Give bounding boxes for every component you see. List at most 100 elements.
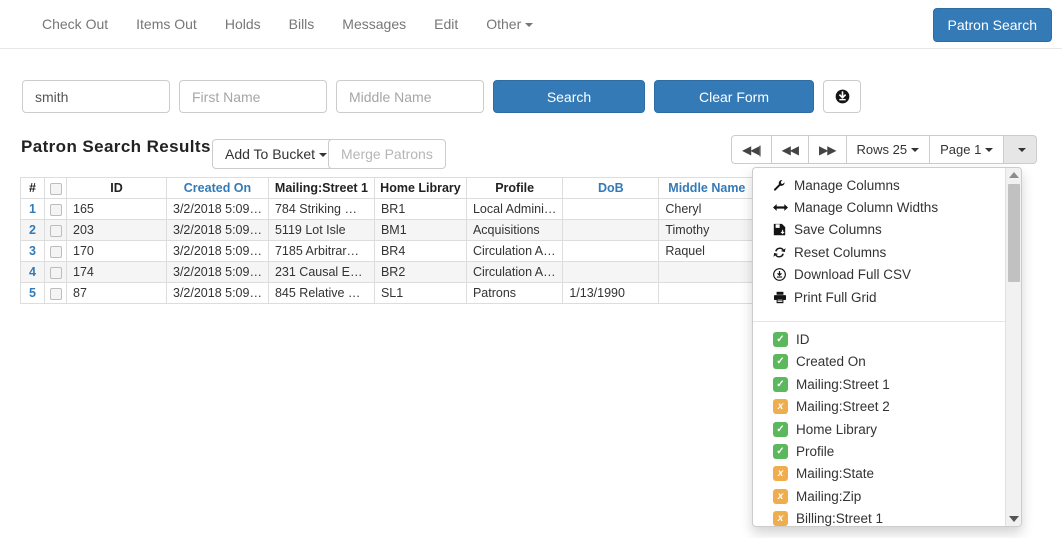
grid-column-header[interactable]: Created On bbox=[166, 177, 269, 199]
row-select-checkbox[interactable] bbox=[49, 266, 62, 279]
add-to-bucket-button[interactable]: Add To Bucket bbox=[212, 139, 341, 169]
nav-item-edit[interactable]: Edit bbox=[420, 11, 472, 37]
rows-per-page-label: Rows 25 bbox=[856, 142, 908, 157]
menu-item-print-full-grid[interactable]: Print Full Grid bbox=[753, 286, 1007, 308]
nav-item-items-out[interactable]: Items Out bbox=[122, 11, 211, 37]
cross-icon[interactable]: x bbox=[773, 511, 788, 526]
grid-header: # ID Created On Mailing:Street 1 Home Librar… bbox=[20, 177, 852, 199]
grid-column-header[interactable]: DoB bbox=[562, 177, 660, 199]
grid-column-header[interactable]: Middle Name bbox=[658, 177, 756, 199]
cross-icon[interactable]: x bbox=[773, 488, 788, 504]
menu-scrollbar[interactable] bbox=[1005, 168, 1021, 526]
column-toggle-profile[interactable]: ✓ Profile bbox=[753, 440, 1007, 462]
check-icon[interactable]: ✓ bbox=[773, 332, 788, 348]
menu-item-manage-column-widths[interactable]: Manage Column Widths bbox=[753, 196, 1007, 218]
previous-page-button[interactable]: ◀◀ bbox=[771, 135, 810, 164]
column-toggle-mailing-street-1[interactable]: ✓ Mailing:Street 1 bbox=[753, 373, 1007, 395]
table-row[interactable]: 1 165 3/2/2018 5:09… 784 Striking … BR1 Local… bbox=[20, 198, 852, 220]
grid-column-header: Home Library bbox=[373, 177, 467, 199]
menu-item-manage-columns[interactable]: Manage Columns bbox=[753, 174, 1007, 196]
download-button[interactable] bbox=[823, 80, 861, 113]
grid-cell-dob bbox=[562, 240, 660, 262]
column-visibility-list: ✓ ID ✓ Created On ✓ Mailing:Street 1 x Mailing:… bbox=[753, 328, 1007, 526]
column-toggle-label: Mailing:Zip bbox=[796, 488, 862, 504]
first-page-button[interactable]: ◀◀| bbox=[731, 135, 772, 164]
table-row[interactable]: 2 203 3/2/2018 5:09… 5119 Lot Isle BM1 Acquis… bbox=[20, 219, 852, 241]
nav-item-holds[interactable]: Holds bbox=[211, 11, 275, 37]
patron-results-grid: # ID Created On Mailing:Street 1 Home Librar… bbox=[20, 177, 852, 304]
nav-item-bills[interactable]: Bills bbox=[275, 11, 329, 37]
column-toggle-id[interactable]: ✓ ID bbox=[753, 328, 1007, 350]
column-toggle-mailing-state[interactable]: x Mailing:State bbox=[753, 463, 1007, 485]
rows-per-page-dropdown[interactable]: Rows 25 bbox=[846, 135, 931, 164]
grid-cell-id: 174 bbox=[66, 261, 167, 283]
cross-icon[interactable]: x bbox=[773, 399, 788, 415]
grid-column-header: Profile bbox=[465, 177, 564, 199]
grid-cell-middle bbox=[658, 282, 756, 304]
select-all-header bbox=[44, 177, 67, 199]
scroll-down-icon[interactable] bbox=[1006, 512, 1021, 526]
nav-item-other[interactable]: Other bbox=[472, 11, 547, 37]
nav-item-list: Check Out Items Out Holds Bills Messages Edit… bbox=[28, 11, 547, 37]
grid-cell-created-on: 3/2/2018 5:09… bbox=[166, 240, 269, 262]
column-menu-toggle[interactable] bbox=[1004, 135, 1038, 164]
check-icon[interactable]: ✓ bbox=[773, 354, 788, 370]
nav-item-label: Check Out bbox=[42, 16, 109, 32]
column-toggle-mailing-street-2[interactable]: x Mailing:Street 2 bbox=[753, 396, 1007, 418]
check-icon[interactable]: ✓ bbox=[773, 376, 788, 392]
grid-cell-profile: Circulation A… bbox=[465, 240, 564, 262]
nav-item-messages[interactable]: Messages bbox=[328, 11, 420, 37]
column-options-menu: Manage Columns Manage Column Widths Save C… bbox=[752, 167, 1022, 527]
table-row[interactable]: 4 174 3/2/2018 5:09… 231 Causal E… BR2 Circul… bbox=[20, 261, 852, 283]
menu-item-label: Print Full Grid bbox=[794, 289, 877, 305]
patron-search-button[interactable]: Patron Search bbox=[932, 8, 1052, 42]
table-row[interactable]: 5 87 3/2/2018 5:09… 845 Relative … SL1 Patron… bbox=[20, 282, 852, 304]
column-toggle-created-on[interactable]: ✓ Created On bbox=[753, 351, 1007, 373]
table-row[interactable]: 3 170 3/2/2018 5:09… 7185 Arbitrar… BR4 Circu… bbox=[20, 240, 852, 262]
column-toggle-label: Home Library bbox=[796, 421, 878, 437]
page-number-dropdown[interactable]: Page 1 bbox=[930, 135, 1005, 164]
column-toggle-home-library[interactable]: ✓ Home Library bbox=[753, 418, 1007, 440]
column-toggle-label: Mailing:State bbox=[796, 466, 875, 482]
column-toggle-mailing-zip[interactable]: x Mailing:Zip bbox=[753, 485, 1007, 507]
row-select-checkbox[interactable] bbox=[49, 245, 62, 258]
column-toggle-label: Mailing:Street 2 bbox=[796, 399, 890, 415]
column-toggle-billing-street-1[interactable]: x Billing:Street 1 bbox=[753, 507, 1007, 526]
row-select-checkbox[interactable] bbox=[49, 224, 62, 237]
grid-cell-street: 845 Relative … bbox=[267, 282, 375, 304]
grid-cell-middle bbox=[658, 261, 756, 283]
row-select-checkbox[interactable] bbox=[49, 287, 62, 300]
nav-item-check-out[interactable]: Check Out bbox=[28, 11, 122, 37]
check-icon[interactable]: ✓ bbox=[773, 421, 788, 437]
search-button[interactable]: Search bbox=[493, 80, 645, 113]
next-page-button[interactable]: ▶▶ bbox=[809, 135, 847, 164]
scroll-up-icon[interactable] bbox=[1006, 168, 1021, 182]
grid-cell-id: 87 bbox=[66, 282, 167, 304]
grid-cell-street: 7185 Arbitrar… bbox=[267, 240, 375, 262]
grid-cell-street: 231 Causal E… bbox=[267, 261, 375, 283]
menu-item-label: Manage Column Widths bbox=[794, 200, 939, 216]
grid-cell-created-on: 3/2/2018 5:09… bbox=[166, 261, 269, 283]
first-name-input[interactable] bbox=[179, 80, 327, 113]
grid-cell-created-on: 3/2/2018 5:09… bbox=[166, 198, 269, 220]
menu-item-save-columns[interactable]: Save Columns bbox=[753, 219, 1007, 241]
grid-cell-id: 165 bbox=[66, 198, 167, 220]
column-toggle-label: Mailing:Street 1 bbox=[796, 376, 890, 392]
clear-form-button[interactable]: Clear Form bbox=[654, 80, 814, 113]
page-number-label: Page 1 bbox=[940, 142, 982, 157]
menu-item-download-full-csv[interactable]: Download Full CSV bbox=[753, 264, 1007, 286]
check-icon[interactable]: ✓ bbox=[773, 443, 788, 459]
menu-item-reset-columns[interactable]: Reset Columns bbox=[753, 241, 1007, 263]
grid-body: 1 165 3/2/2018 5:09… 784 Striking … BR1 Local… bbox=[20, 198, 852, 304]
scrollbar-thumb[interactable] bbox=[1008, 184, 1020, 282]
arrows-h-icon bbox=[773, 201, 790, 214]
cross-icon[interactable]: x bbox=[773, 466, 788, 482]
row-select-checkbox[interactable] bbox=[49, 203, 62, 216]
grid-cell-profile: Local Admini… bbox=[465, 198, 564, 220]
add-to-bucket-label: Add To Bucket bbox=[225, 146, 316, 162]
merge-patrons-button[interactable]: Merge Patrons bbox=[328, 139, 446, 169]
middle-name-input[interactable] bbox=[336, 80, 484, 113]
select-all-checkbox[interactable] bbox=[49, 182, 62, 195]
grid-column-header: ID bbox=[66, 177, 167, 199]
last-name-input[interactable] bbox=[22, 80, 170, 113]
